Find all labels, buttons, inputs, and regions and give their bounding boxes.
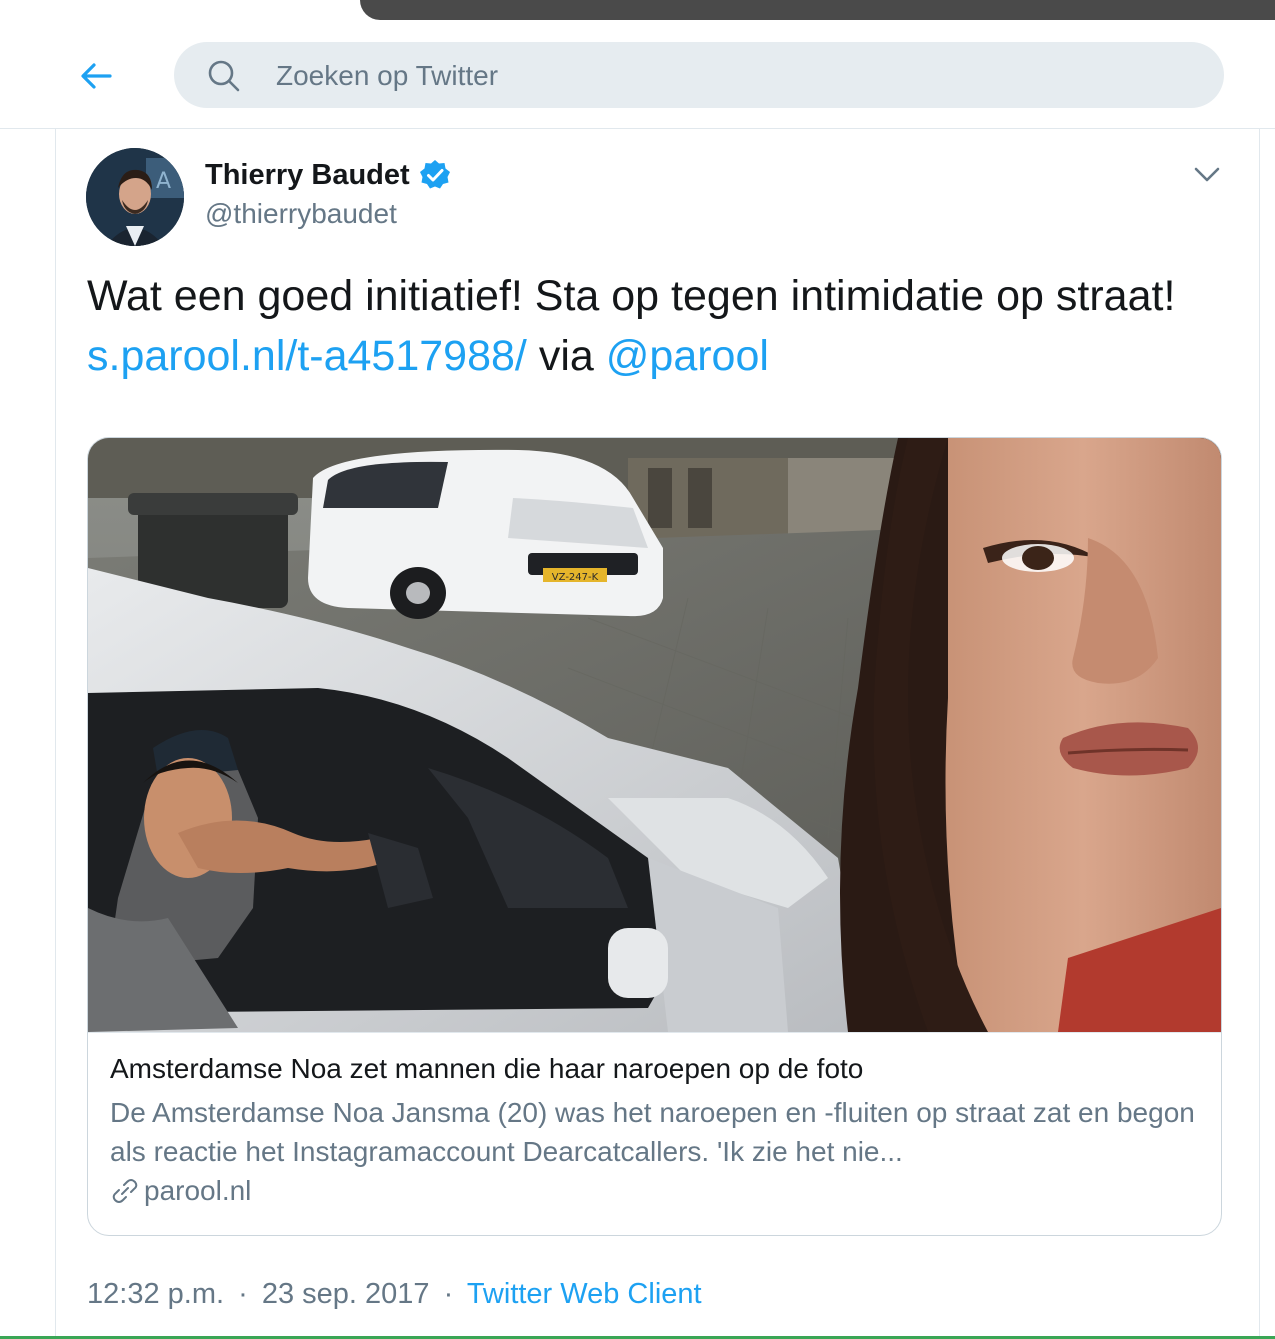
author-name-row[interactable]: Thierry Baudet [205,158,452,192]
tweet-meta: 12:32 p.m. · 23 sep. 2017 · Twitter Web … [87,1278,702,1311]
card-domain[interactable]: parool.nl [110,1175,251,1207]
card-domain-text[interactable]: parool.nl [144,1175,251,1207]
search-input[interactable] [274,50,1178,102]
window-tab-bar [360,0,1275,20]
license-plate-text: VZ-247-K [552,572,599,583]
tweet-text: Wat een goed initiatief! Sta op tegen in… [87,266,1217,386]
avatar[interactable]: A [86,148,184,246]
tweet-text-part2: via [526,332,606,380]
link-preview-card[interactable]: VZ-247-K Amsterdamse Noa zet mannen die … [87,437,1222,1236]
tweet-mention[interactable]: @parool [606,332,769,380]
top-navigation-bar [0,22,1275,129]
avatar-image: A [86,148,184,246]
meta-separator: · [238,1278,248,1310]
link-icon [112,1179,138,1203]
search-box[interactable] [174,42,1224,108]
tweet-date[interactable]: 23 sep. 2017 [262,1278,430,1310]
tweet-time[interactable]: 12:32 p.m. [87,1278,224,1310]
back-button[interactable] [72,52,120,100]
tweet-link[interactable]: s.parool.nl/t-a4517988/ [87,332,527,380]
arrow-left-icon [81,63,112,89]
author-display-name[interactable]: Thierry Baudet [205,159,410,192]
card-text-area[interactable]: Amsterdamse Noa zet mannen die haar naro… [88,1032,1221,1235]
svg-text:A: A [156,169,171,194]
timeline-border-left [55,129,56,1339]
tweet-source[interactable]: Twitter Web Client [467,1278,702,1310]
chevron-down-icon[interactable] [1190,160,1224,188]
timeline-border-right [1259,129,1260,1339]
card-description: De Amsterdamse Noa Jansma (20) was het n… [110,1097,1195,1167]
tweet-text-part1: Wat een goed initiatief! Sta op tegen in… [87,272,1176,320]
card-image[interactable]: VZ-247-K [88,438,1221,1032]
card-title[interactable]: Amsterdamse Noa zet mannen die haar naro… [110,1053,863,1085]
magnifier-icon [208,60,240,92]
meta-separator-2: · [443,1278,454,1310]
author-handle[interactable]: @thierrybaudet [205,198,397,230]
verified-badge-icon [419,160,450,189]
window-top-edge [0,0,1275,22]
